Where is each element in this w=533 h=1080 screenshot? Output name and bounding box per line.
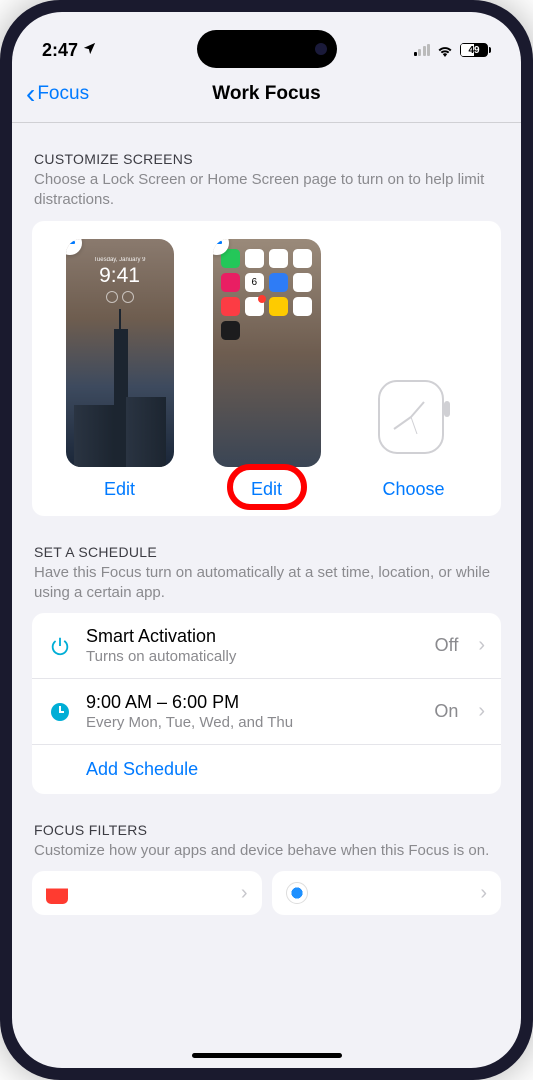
edit-lock-button[interactable]: Edit <box>104 479 135 500</box>
chevron-right-icon: › <box>478 700 485 723</box>
battery-icon: 49 <box>460 43 491 57</box>
home-screen-item[interactable]: 6 Edit <box>213 239 321 500</box>
location-icon <box>82 40 97 61</box>
filter-safari[interactable]: › <box>272 871 502 915</box>
chevron-right-icon: › <box>478 634 485 657</box>
calendar-icon <box>46 882 68 904</box>
clock-icon <box>48 700 72 724</box>
chevron-right-icon: › <box>241 882 248 905</box>
power-icon <box>48 634 72 658</box>
watch-item[interactable]: Choose <box>360 367 468 500</box>
page-title: Work Focus <box>212 83 320 105</box>
phone-frame: 2:47 49 ‹ Focus Work Focus <box>0 0 533 1080</box>
filters-desc: Customize how your apps and device behav… <box>32 841 501 861</box>
smart-activation-row[interactable]: Smart Activation Turns on automatically … <box>32 613 501 679</box>
time-schedule-row[interactable]: 9:00 AM – 6:00 PM Every Mon, Tue, Wed, a… <box>32 679 501 745</box>
safari-icon <box>286 882 308 904</box>
add-schedule-button[interactable]: Add Schedule <box>32 745 501 794</box>
schedule-header: SET A SCHEDULE <box>32 544 501 560</box>
customize-desc: Choose a Lock Screen or Home Screen page… <box>32 170 501 211</box>
chevron-right-icon: › <box>480 882 487 905</box>
cellular-icon <box>414 44 431 56</box>
customize-header: CUSTOMIZE SCREENS <box>32 151 501 167</box>
screens-card: Tuesday, January 9 9:41 Edit <box>32 221 501 516</box>
home-indicator[interactable] <box>192 1053 342 1058</box>
choose-watch-button[interactable]: Choose <box>382 479 444 500</box>
wifi-icon <box>436 44 454 57</box>
status-time: 2:47 <box>42 40 78 61</box>
filter-calendar[interactable]: › <box>32 871 262 915</box>
back-button[interactable]: ‹ Focus <box>26 80 89 108</box>
annotation-circle <box>227 464 307 510</box>
schedule-desc: Have this Focus turn on automatically at… <box>32 563 501 604</box>
dynamic-island <box>197 30 337 68</box>
watch-icon <box>369 369 459 464</box>
filters-header: FOCUS FILTERS <box>32 822 501 838</box>
screen: 2:47 49 ‹ Focus Work Focus <box>12 12 521 1068</box>
lock-screen-item[interactable]: Tuesday, January 9 9:41 Edit <box>66 239 174 500</box>
remove-lock-button[interactable] <box>66 239 82 255</box>
nav-bar: ‹ Focus Work Focus <box>12 70 521 123</box>
chevron-left-icon: ‹ <box>26 80 35 108</box>
